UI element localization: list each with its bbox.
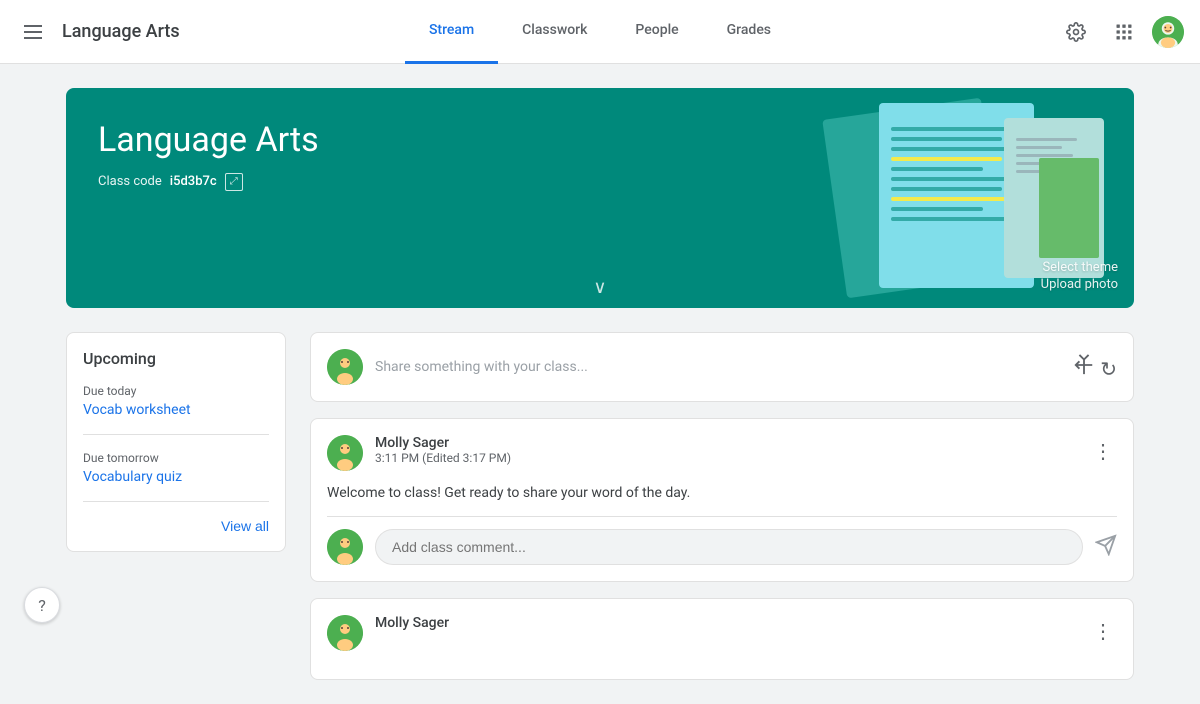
header: Language Arts Stream Classwork People Gr…	[0, 0, 1200, 64]
main-nav: Stream Classwork People Grades	[216, 0, 984, 64]
menu-button[interactable]	[16, 17, 50, 47]
post-header: Molly Sager 3:11 PM (Edited 3:17 PM) ⋮	[327, 435, 1117, 471]
banner-actions: Select theme Upload photo	[1041, 260, 1118, 292]
assignment-name[interactable]: Vocabulary quiz	[83, 469, 269, 485]
paper-line	[891, 147, 1022, 151]
post-menu-button-2[interactable]: ⋮	[1089, 615, 1117, 647]
assignment-name[interactable]: Vocab worksheet	[83, 402, 269, 418]
paper-line	[891, 187, 1002, 191]
banner-chevron[interactable]: ∨	[593, 277, 606, 298]
paper-line	[891, 207, 983, 211]
class-code-value: i5d3b7c	[170, 174, 217, 189]
assignment-due: Due tomorrow	[83, 451, 269, 465]
post-header-2: Molly Sager ⋮	[327, 615, 1117, 651]
assignment-item: Due tomorrow Vocabulary quiz	[83, 451, 269, 502]
send-comment-button[interactable]	[1095, 534, 1117, 561]
post-author-avatar	[327, 435, 363, 471]
post-author-avatar-2	[327, 615, 363, 651]
comment-row	[327, 516, 1117, 565]
post-body: Welcome to class! Get ready to share you…	[327, 483, 1117, 504]
upcoming-card: Upcoming Due today Vocab worksheet Due t…	[66, 332, 286, 552]
post-author-name-2: Molly Sager	[375, 615, 1077, 631]
comment-input[interactable]	[375, 529, 1083, 565]
paper-line	[891, 127, 1022, 131]
post-card-2: Molly Sager ⋮	[310, 598, 1134, 680]
share-card: Share something with your class... ↻	[310, 332, 1134, 402]
select-theme-button[interactable]: Select theme	[1042, 260, 1118, 275]
tab-stream[interactable]: Stream	[405, 0, 498, 64]
user-avatar[interactable]	[1152, 16, 1184, 48]
paper-highlight-line	[891, 157, 1002, 161]
upcoming-title: Upcoming	[83, 349, 269, 368]
feed: Share something with your class... ↻	[310, 332, 1134, 680]
apps-button[interactable]	[1104, 12, 1144, 52]
paper-line	[891, 217, 1022, 221]
share-icon[interactable]: ↻	[1073, 354, 1117, 381]
post-card: Molly Sager 3:11 PM (Edited 3:17 PM) ⋮ W…	[310, 418, 1134, 582]
help-button[interactable]: ?	[24, 587, 60, 623]
post-meta-2: Molly Sager	[375, 615, 1077, 631]
post-meta: Molly Sager 3:11 PM (Edited 3:17 PM)	[375, 435, 1077, 465]
banner-illustration	[493, 88, 1134, 308]
assignment-due: Due today	[83, 384, 269, 398]
upload-photo-button[interactable]: Upload photo	[1041, 277, 1118, 292]
class-code-label: Class code	[98, 174, 162, 189]
tab-people[interactable]: People	[611, 0, 702, 64]
header-left: Language Arts	[16, 17, 216, 47]
post-menu-button[interactable]: ⋮	[1089, 435, 1117, 467]
settings-button[interactable]	[1056, 12, 1096, 52]
paper-highlight-line	[891, 197, 1022, 201]
header-title: Language Arts	[62, 21, 180, 42]
paper-line	[891, 177, 1022, 181]
commenter-avatar	[327, 529, 363, 565]
paper-line	[891, 137, 1002, 141]
content-layout: Upcoming Due today Vocab worksheet Due t…	[66, 332, 1134, 680]
share-row: Share something with your class... ↻	[327, 349, 1117, 385]
tab-grades[interactable]: Grades	[703, 0, 795, 64]
sidebar: Upcoming Due today Vocab worksheet Due t…	[66, 332, 286, 552]
view-all-container: View all	[83, 518, 269, 535]
post-author-name: Molly Sager	[375, 435, 1077, 451]
banner-title: Language Arts	[98, 120, 319, 161]
post-time: 3:11 PM (Edited 3:17 PM)	[375, 451, 1077, 465]
main-content: Language Arts Class code i5d3b7c ⤢	[50, 64, 1150, 704]
banner-code: Class code i5d3b7c ⤢	[98, 173, 319, 191]
paper-line	[891, 167, 983, 171]
class-banner: Language Arts Class code i5d3b7c ⤢	[66, 88, 1134, 308]
green-tab	[1039, 158, 1099, 258]
header-right	[984, 12, 1184, 52]
expand-code-icon[interactable]: ⤢	[225, 173, 243, 191]
assignment-item: Due today Vocab worksheet	[83, 384, 269, 435]
banner-text: Language Arts Class code i5d3b7c ⤢	[98, 120, 319, 191]
user-avatar-small	[327, 349, 363, 385]
share-input[interactable]: Share something with your class...	[375, 359, 1061, 375]
tab-classwork[interactable]: Classwork	[498, 0, 611, 64]
view-all-button[interactable]: View all	[221, 518, 269, 534]
